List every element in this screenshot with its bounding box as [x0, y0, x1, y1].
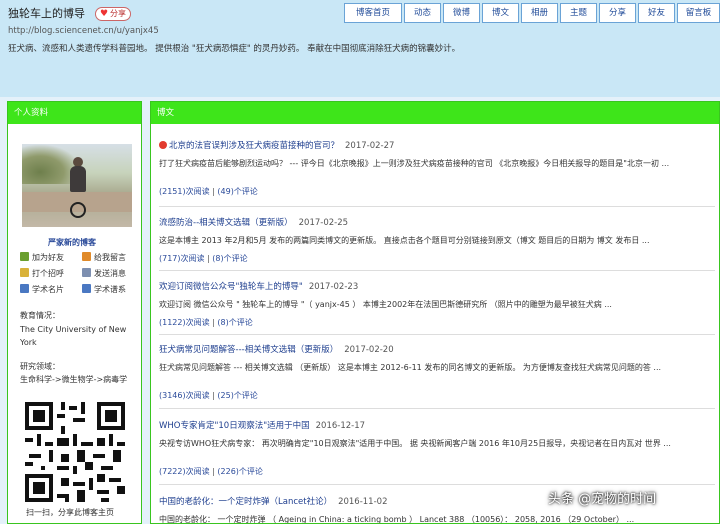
card-icon: [20, 284, 29, 293]
post-reads[interactable]: (3146)次阅读: [159, 391, 210, 400]
post-title[interactable]: 欢迎订阅微信公众号"独轮车上的博导": [159, 282, 303, 292]
post-reads[interactable]: (7222)次阅读: [159, 467, 210, 476]
research-field-label: 研究领域：: [20, 362, 60, 371]
post-excerpt: 打了狂犬病疫苗后能够剧烈运动吗？ --- 评今日《北京晚报》上一则涉及狂犬病疫苗…: [159, 159, 670, 168]
post-reads[interactable]: (1122)次阅读: [159, 318, 210, 327]
post-comments[interactable]: (226)个评论: [217, 467, 263, 476]
post-date: 2016-11-02: [338, 497, 388, 507]
post-divider: [159, 408, 715, 409]
nav-weibo[interactable]: 微博: [443, 3, 480, 23]
post-divider: [159, 484, 715, 485]
watermark: 头条 @宠物的时间: [548, 492, 657, 507]
tree-icon: [82, 284, 91, 293]
nav-blog-home[interactable]: 博客首页: [344, 3, 402, 23]
post-title[interactable]: 流感防治--相关博文选辑（更新版）: [159, 218, 293, 228]
blog-title[interactable]: 独轮车上的博导: [8, 5, 85, 21]
send-message-button[interactable]: 发送消息: [82, 268, 126, 279]
blog-url[interactable]: http://blog.sciencenet.cn/u/yanjx45: [8, 26, 159, 36]
greet-button[interactable]: 打个招呼: [20, 268, 64, 279]
post-excerpt: 中国的老龄化： 一个定时炸弹 （ Ageing in China: a tick…: [159, 515, 635, 524]
post-date: 2017-02-25: [298, 218, 349, 228]
nav-guestbook[interactable]: 留言板: [677, 3, 720, 23]
post-comments[interactable]: (8)个评论: [212, 254, 247, 263]
post-item: 流感防治--相关博文选辑（更新版） 2017-02-25 这是本博主 2013 年…: [159, 216, 715, 264]
nav-friends[interactable]: 好友: [638, 3, 675, 23]
post-date: 2016-12-17: [315, 421, 366, 431]
leave-message-button[interactable]: 给我留言: [82, 252, 126, 263]
post-title[interactable]: WHO专家肯定"10日观察法"适用于中国: [159, 421, 310, 431]
nav-bar: 博客首页 动态 微博 博文 相册 主题 分享 好友 留言板: [342, 3, 720, 23]
post-item: 狂犬病常见问题解答---相关博文选辑（更新版） 2017-02-20 狂犬病常见问…: [159, 343, 715, 401]
post-date: 2017-02-23: [308, 282, 359, 292]
nav-topics[interactable]: 主题: [560, 3, 597, 23]
post-comments[interactable]: (49)个评论: [217, 187, 257, 196]
post-excerpt: 狂犬病常见问题解答 --- 相关博文选辑 （更新版） 这是本博主 2012-6-…: [159, 363, 662, 372]
post-excerpt: 欢迎订阅 微信公众号 " 独轮车上的博导 "（ yanjx-45 ） 本博主20…: [159, 300, 612, 309]
share-button[interactable]: ♥ 分享: [95, 7, 131, 21]
blog-description: 狂犬病、流感和人类遗传学科普园地。 提供根治 "狂犬病恐惧症" 的灵丹妙药。 奉…: [8, 44, 461, 54]
post-date: 2017-02-20: [344, 345, 394, 355]
post-title[interactable]: 中国的老龄化：一个定时炸弹（Lancet社论）: [159, 497, 332, 507]
post-excerpt: 这是本博主 2013 年2月和5月 发布的两篇同类博文的更新版。 直接点击各个题…: [159, 236, 650, 245]
author-blog-link[interactable]: 严家新的博客: [48, 237, 96, 248]
academic-card-button[interactable]: 学术名片: [20, 284, 64, 295]
add-friend-icon: [20, 252, 29, 261]
envelope-icon: [82, 268, 91, 277]
post-comments[interactable]: (8)个评论: [217, 318, 252, 327]
post-item: WHO专家肯定"10日观察法"适用于中国 2016-12-17 央视专访WHO狂犬…: [159, 419, 715, 477]
post-excerpt: 央视专访WHO狂犬病专家： 再次明确肯定"10日观察法"适用于中国。 据 央视新…: [159, 439, 671, 448]
wave-icon: [20, 268, 29, 277]
qr-caption: 扫一扫，分享此博客主页: [26, 508, 114, 517]
nav-album[interactable]: 相册: [521, 3, 558, 23]
profile-panel: 个人资料 严家新的博客 加为好友 给我留言 打个招呼 发送消息 学术名片 学术谱…: [7, 101, 142, 524]
blog-header: 独轮车上的博导 ♥ 分享 http://blog.sciencenet.cn/u…: [0, 0, 720, 97]
posts-panel-title: 博文: [151, 102, 719, 124]
post-reads[interactable]: (2151)次阅读: [159, 187, 210, 196]
add-friend-button[interactable]: 加为好友: [20, 252, 64, 263]
avatar[interactable]: [22, 144, 132, 227]
pin-icon: [159, 141, 167, 149]
post-title[interactable]: 狂犬病常见问题解答---相关博文选辑（更新版）: [159, 345, 338, 355]
share-label: 分享: [110, 9, 126, 18]
qr-code-icon: [25, 402, 125, 502]
post-divider: [159, 206, 715, 207]
nav-posts[interactable]: 博文: [482, 3, 519, 23]
nav-share[interactable]: 分享: [599, 3, 636, 23]
post-reads[interactable]: (717)次阅读: [159, 254, 205, 263]
message-icon: [82, 252, 91, 261]
posts-panel: 博文 北京的法官误判涉及狂犬病疫苗接种的官司？ 2017-02-27 打了狂犬病疫…: [150, 101, 720, 524]
education-label: 教育情况：: [20, 311, 60, 320]
post-comments[interactable]: (25)个评论: [217, 391, 257, 400]
post-item: 北京的法官误判涉及狂犬病疫苗接种的官司？ 2017-02-27 打了狂犬病疫苗后能…: [159, 139, 715, 197]
post-title[interactable]: 北京的法官误判涉及狂犬病疫苗接种的官司？: [169, 141, 339, 151]
nav-activity[interactable]: 动态: [404, 3, 441, 23]
post-divider: [159, 334, 715, 335]
post-date: 2017-02-27: [345, 141, 395, 151]
post-item: 欢迎订阅微信公众号"独轮车上的博导" 2017-02-23 欢迎订阅 微信公众号 …: [159, 280, 715, 328]
education-value: The City University of New York: [20, 325, 127, 347]
post-divider: [159, 270, 715, 271]
heart-icon: ♥: [100, 9, 109, 19]
research-field-value: 生命科学->微生物学->病毒学: [20, 375, 128, 384]
profile-panel-title: 个人资料: [8, 102, 141, 124]
academic-genealogy-button[interactable]: 学术谱系: [82, 284, 126, 295]
